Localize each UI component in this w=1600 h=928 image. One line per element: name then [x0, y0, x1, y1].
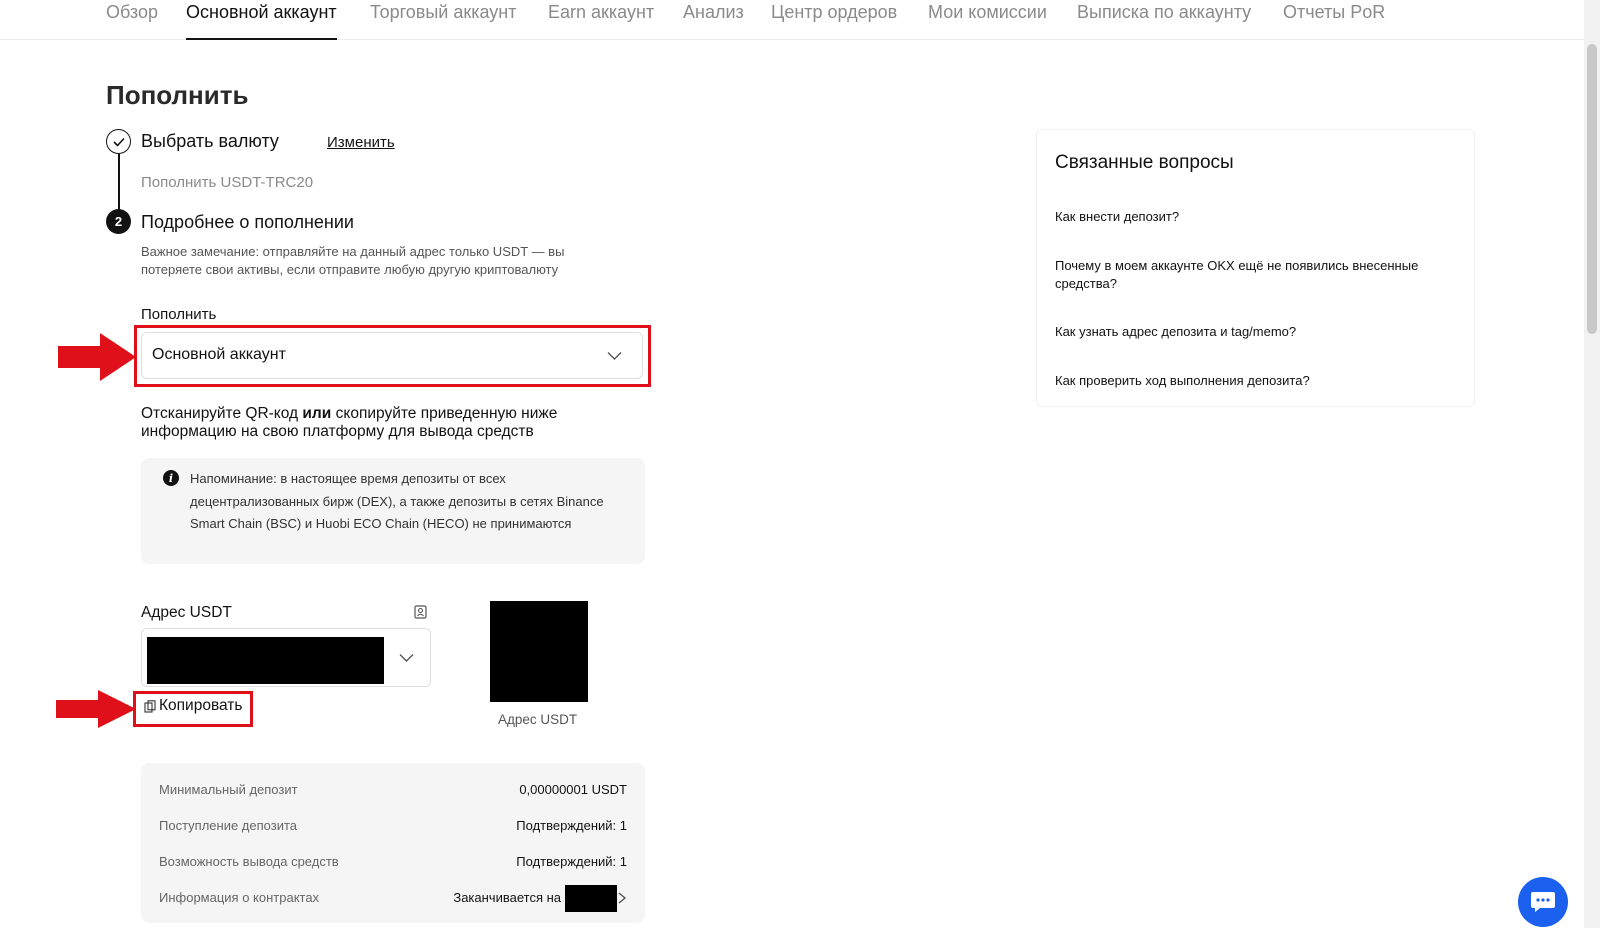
annotation-arrow-icon [56, 690, 136, 728]
related-questions-panel: Связанные вопросы Как внести депозит? По… [1036, 129, 1475, 407]
important-note: Важное замечание: отправляйте на данный … [141, 244, 565, 277]
detail-key: Минимальный депозит [159, 782, 298, 797]
annotation-arrow-icon [58, 333, 136, 381]
detail-value: Заканчивается на [453, 890, 561, 905]
tab-my-fees[interactable]: Мои комиссии [928, 0, 1047, 40]
tab-analysis[interactable]: Анализ [683, 0, 744, 40]
scan-instruction: Отсканируйте QR-код или скопируйте приве… [141, 405, 558, 440]
detail-row: Поступление депозита Подтверждений: 1 [159, 818, 627, 838]
detail-row-contract[interactable]: Информация о контрактах Заканчивается на [159, 885, 627, 912]
selected-currency: Пополнить USDT-TRC20 [141, 174, 314, 191]
detail-row: Возможность вывода средств Подтверждений… [159, 854, 627, 874]
faq-link[interactable]: Как узнать адрес депозита и tag/memo? [1055, 323, 1455, 341]
redacted-contract [565, 885, 617, 912]
reminder-notice: i Напоминание: в настоящее время депозит… [141, 458, 645, 564]
tab-order-center[interactable]: Центр ордеров [771, 0, 897, 40]
detail-key: Поступление депозита [159, 818, 298, 833]
step2-title: Подробнее о пополнении [141, 212, 354, 232]
tab-account-statement[interactable]: Выписка по аккаунту [1077, 0, 1251, 40]
info-icon: i [163, 470, 179, 486]
chevron-right-icon [618, 892, 627, 904]
reminder-text: Напоминание: в настоящее время депозиты … [190, 471, 604, 531]
support-chat-button[interactable] [1518, 877, 1568, 927]
scrollbar-thumb[interactable] [1587, 44, 1597, 334]
faq-link[interactable]: Почему в моем аккаунте OKX ещё не появил… [1055, 257, 1455, 293]
faq-link[interactable]: Как внести депозит? [1055, 208, 1455, 226]
deposit-to-label: Пополнить [141, 306, 217, 323]
detail-row: Минимальный депозит 0,00000001 USDT [159, 782, 627, 802]
address-book-icon[interactable] [414, 605, 427, 619]
annotation-highlight-select [134, 325, 651, 387]
chat-icon [1531, 892, 1555, 912]
detail-key: Информация о контрактах [159, 890, 320, 905]
faq-link[interactable]: Как проверить ход выполнения депозита? [1055, 372, 1455, 390]
detail-key: Возможность вывода средств [159, 854, 339, 869]
page-title: Пополнить [106, 80, 249, 110]
check-icon [106, 129, 131, 154]
step2-number: 2 [106, 209, 131, 234]
tab-por-reports[interactable]: Отчеты PoR [1283, 0, 1385, 40]
detail-value: Подтверждений: 1 [516, 818, 627, 833]
address-label: Адрес USDT [141, 604, 232, 621]
page-scrollbar[interactable] [1584, 0, 1600, 928]
step-connector [118, 154, 120, 210]
qr-code-redacted [490, 601, 588, 702]
account-tabs: Обзор Основной аккаунт Торговый аккаунт … [0, 0, 1584, 40]
deposit-address-field[interactable] [141, 628, 431, 687]
deposit-details: Минимальный депозит 0,00000001 USDT Пост… [141, 763, 645, 923]
step1-title: Выбрать валюту [141, 131, 279, 151]
tab-overview[interactable]: Обзор [106, 0, 158, 40]
related-questions-title: Связанные вопросы [1055, 152, 1234, 173]
tab-trading-account[interactable]: Торговый аккаунт [370, 0, 517, 40]
detail-value: Подтверждений: 1 [516, 854, 627, 869]
chevron-down-icon [399, 654, 414, 662]
redacted-address [147, 637, 384, 684]
change-currency-link[interactable]: Изменить [327, 134, 395, 151]
detail-value: 0,00000001 USDT [519, 782, 627, 797]
tab-main-account[interactable]: Основной аккаунт [186, 0, 337, 40]
tab-earn-account[interactable]: Earn аккаунт [548, 0, 654, 40]
annotation-highlight-copy [133, 691, 253, 727]
qr-caption: Адрес USDT [498, 712, 578, 727]
